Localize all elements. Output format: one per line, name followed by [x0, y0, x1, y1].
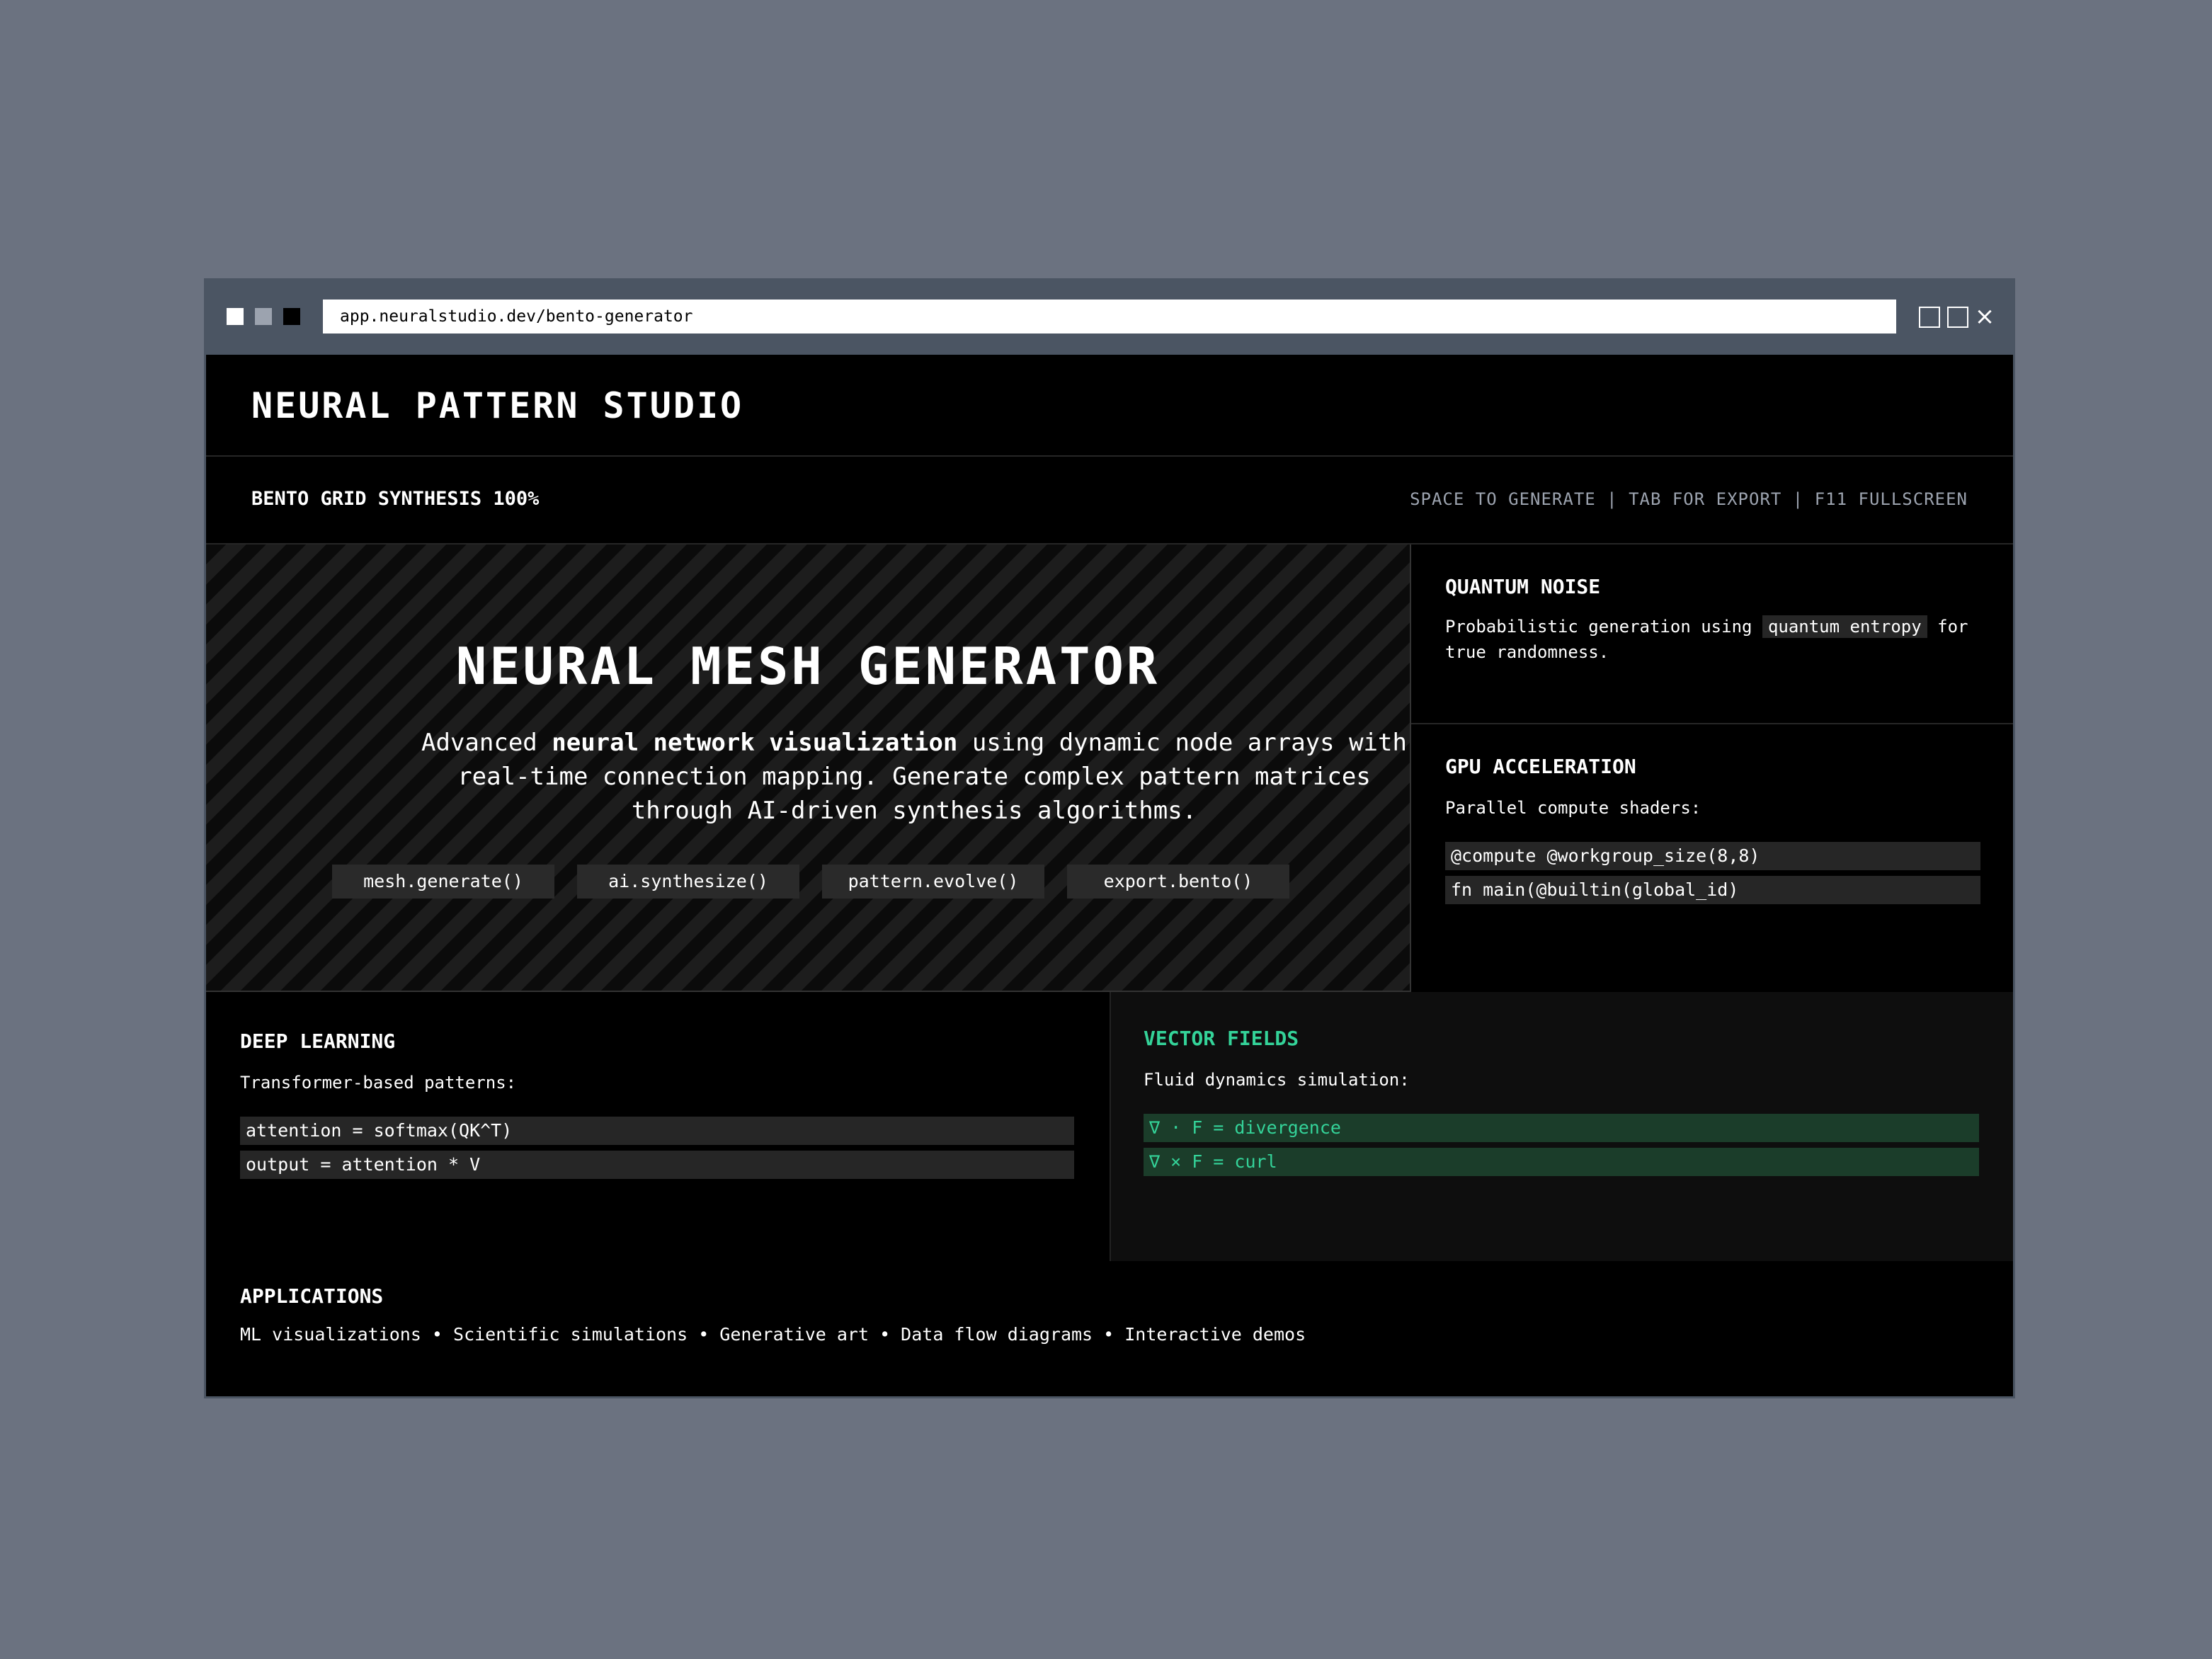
inline-code-chip: quantum entropy [1762, 615, 1927, 638]
section-title: APPLICATIONS [240, 1284, 384, 1308]
export-bento-button[interactable]: export.bento() [1067, 865, 1289, 899]
hero-card: NEURAL MESH GENERATOR Advanced neural ne… [206, 545, 1411, 992]
code-line: ∇ · F = divergence [1144, 1114, 1979, 1142]
app-header: NEURAL PATTERN STUDIO [206, 355, 2013, 457]
gpu-acceleration-card: GPU ACCELERATION Parallel compute shader… [1411, 724, 2013, 992]
card-title: DEEP LEARNING [240, 1030, 396, 1053]
browser-titlebar: app.neuralstudio.dev/bento-generator × [204, 278, 2015, 353]
hero-desc-highlight: neural network visualization [552, 729, 958, 757]
vector-fields-card: VECTOR FIELDS Fluid dynamics simulation:… [1110, 992, 2013, 1261]
card-text: Probabilistic generation using quantum e… [1445, 614, 1983, 665]
mesh-generate-button[interactable]: mesh.generate() [332, 865, 554, 899]
card-text: Transformer-based patterns: [240, 1073, 517, 1093]
card-text: Parallel compute shaders: [1445, 798, 1701, 818]
code-line: output = attention * V [240, 1151, 1074, 1179]
card-title: VECTOR FIELDS [1144, 1027, 1299, 1050]
maximize-icon[interactable] [1947, 307, 1968, 328]
card-text-part: Probabilistic generation using [1445, 617, 1762, 637]
status-bar: BENTO GRID SYNTHESIS 100% SPACE TO GENER… [206, 457, 2013, 545]
card-text: Fluid dynamics simulation: [1144, 1070, 1410, 1090]
code-line: fn main(@builtin(global_id) [1445, 876, 1980, 904]
keyboard-hints: SPACE TO GENERATE | TAB FOR EXPORT | F11… [1410, 489, 1968, 509]
app-viewport: NEURAL PATTERN STUDIO BENTO GRID SYNTHES… [206, 355, 2013, 1396]
applications-section: APPLICATIONS ML visualizations • Scienti… [206, 1261, 2013, 1396]
applications-list: ML visualizations • Scientific simulatio… [240, 1324, 1306, 1345]
deep-learning-card: DEEP LEARNING Transformer-based patterns… [206, 992, 1110, 1261]
window-dot-black-icon[interactable] [283, 308, 300, 325]
card-title: QUANTUM NOISE [1445, 575, 1601, 598]
hero-description: Advanced neural network visualization us… [418, 726, 1410, 828]
hero-desc-text: Advanced [421, 729, 552, 757]
code-line: attention = softmax(QK^T) [240, 1117, 1074, 1145]
hero-title: NEURAL MESH GENERATOR [455, 637, 1161, 696]
browser-window: app.neuralstudio.dev/bento-generator × N… [204, 278, 2015, 1398]
card-title: GPU ACCELERATION [1445, 755, 1636, 778]
close-icon[interactable]: × [1974, 302, 1995, 331]
window-dot-gray-icon[interactable] [255, 308, 272, 325]
address-bar[interactable]: app.neuralstudio.dev/bento-generator [323, 300, 1896, 333]
code-line: ∇ × F = curl [1144, 1148, 1979, 1176]
window-dot-white-icon[interactable] [227, 308, 244, 325]
app-title: NEURAL PATTERN STUDIO [251, 385, 744, 426]
status-progress: BENTO GRID SYNTHESIS 100% [251, 488, 540, 510]
minimize-icon[interactable] [1919, 307, 1940, 328]
code-line: @compute @workgroup_size(8,8) [1445, 842, 1980, 870]
quantum-noise-card: QUANTUM NOISE Probabilistic generation u… [1411, 545, 2013, 724]
pattern-evolve-button[interactable]: pattern.evolve() [822, 865, 1044, 899]
ai-synthesize-button[interactable]: ai.synthesize() [577, 865, 799, 899]
